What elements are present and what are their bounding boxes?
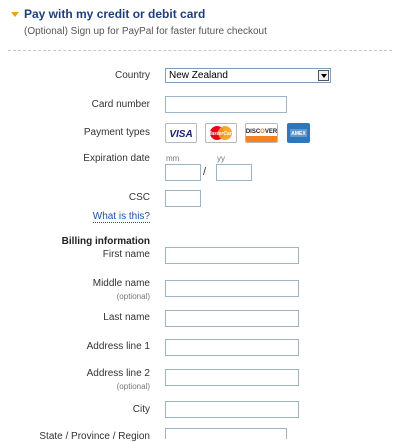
svg-text:DISCOVER: DISCOVER xyxy=(246,129,277,135)
country-label: Country xyxy=(114,70,150,81)
amex-logo: AMEX xyxy=(287,123,310,143)
city-label: City xyxy=(132,404,150,415)
card-number-input[interactable] xyxy=(165,96,287,113)
discover-logo: DISCOVER xyxy=(245,123,278,143)
state-label: State / Province / Region xyxy=(39,431,150,442)
month-hint: mm xyxy=(166,154,180,163)
card-number-label: Card number xyxy=(91,99,150,110)
address2-label: Address line 2 xyxy=(86,368,150,379)
middle-name-input[interactable] xyxy=(165,280,299,297)
middle-name-label: Middle name xyxy=(92,278,150,289)
middle-name-optional: (optional) xyxy=(116,292,150,301)
dropdown-chevron-icon[interactable] xyxy=(318,70,329,81)
paypal-signup-note: (Optional) Sign up for PayPal for faster… xyxy=(24,26,267,37)
visa-logo: VISA xyxy=(165,123,197,143)
address1-label: Address line 1 xyxy=(86,341,150,352)
expiration-label: Expiration date xyxy=(83,153,150,164)
payment-types-label: Payment types xyxy=(83,127,150,138)
csc-help-wrapper: What is this? xyxy=(10,206,150,224)
svg-text:MasterCard: MasterCard xyxy=(207,131,235,137)
csc-label: CSC xyxy=(128,192,150,203)
expiration-year-input[interactable] xyxy=(216,164,252,181)
first-name-input[interactable] xyxy=(165,247,299,264)
state-select[interactable] xyxy=(165,428,287,439)
last-name-input[interactable] xyxy=(165,310,299,327)
svg-text:VISA: VISA xyxy=(169,129,192,140)
last-name-label: Last name xyxy=(103,312,150,323)
csc-input[interactable] xyxy=(165,190,201,207)
country-value: New Zealand xyxy=(169,70,228,81)
address1-input[interactable] xyxy=(165,339,299,356)
csc-help-link[interactable]: What is this? xyxy=(92,211,150,223)
expand-arrow-icon[interactable] xyxy=(11,12,19,17)
expiration-month-input[interactable] xyxy=(165,164,201,181)
mastercard-logo: MasterCard xyxy=(205,123,237,143)
date-separator: / xyxy=(203,166,207,178)
first-name-label: First name xyxy=(102,249,150,260)
section-divider xyxy=(8,50,392,51)
svg-text:AMEX: AMEX xyxy=(291,131,306,137)
country-select[interactable]: New Zealand xyxy=(165,68,331,83)
address2-input[interactable] xyxy=(165,369,299,386)
city-input[interactable] xyxy=(165,401,299,418)
billing-heading: Billing information xyxy=(61,236,150,247)
address2-optional: (optional) xyxy=(116,382,150,391)
section-title[interactable]: Pay with my credit or debit card xyxy=(24,7,205,21)
year-hint: yy xyxy=(217,154,225,163)
